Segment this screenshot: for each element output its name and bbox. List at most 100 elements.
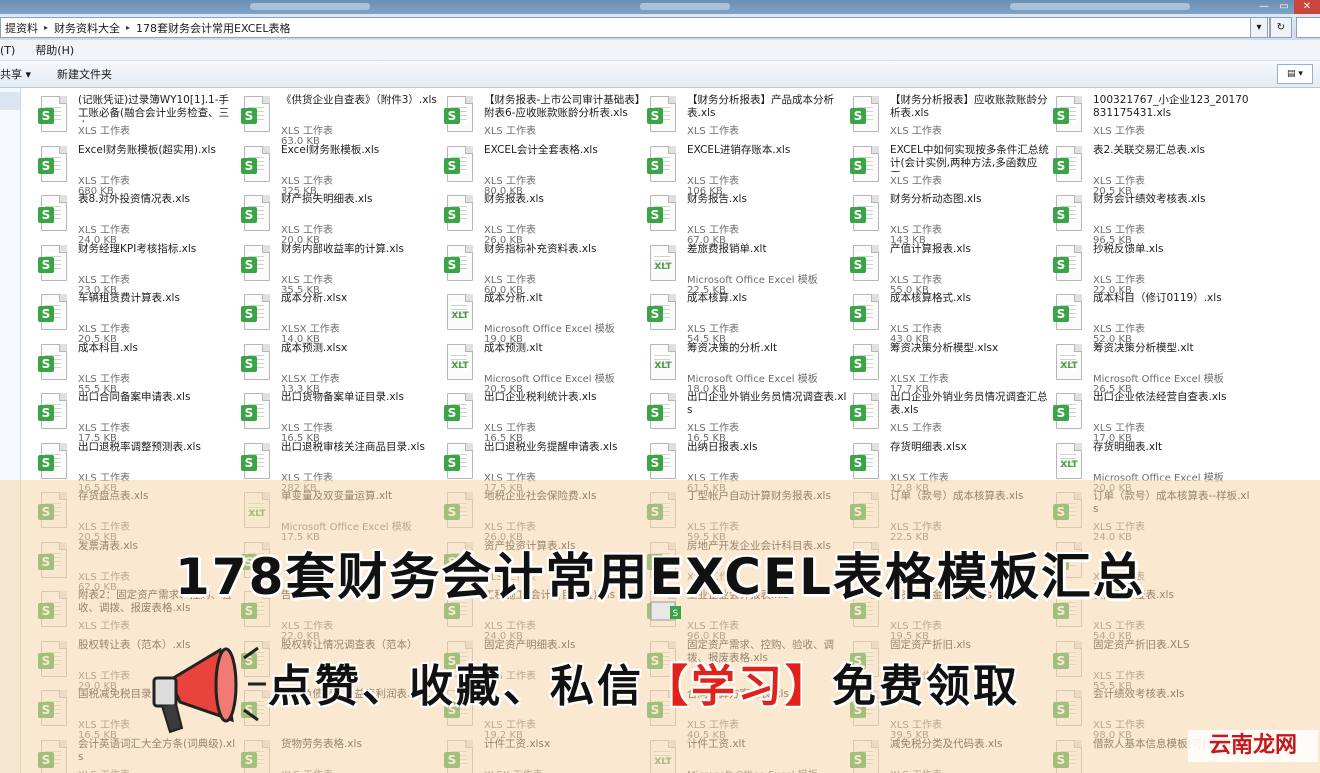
file-type: XLS 工作表 bbox=[281, 225, 333, 236]
file-item[interactable]: S 财务经理KPI考核指标.xls XLS 工作表 23.0 KB bbox=[38, 241, 238, 296]
file-item[interactable]: S 表8.对外投资情况表.xls XLS 工作表 24.0 KB bbox=[38, 191, 238, 246]
excel-file-icon: S bbox=[444, 393, 474, 429]
file-item[interactable]: S (记账凭证)过录簿WY10[1].1-手工账必备(融合会计业务检查、三大...… bbox=[38, 92, 238, 140]
share-button[interactable]: 共享 ▾ bbox=[0, 66, 31, 82]
file-item[interactable]: XLT 筹资决策分析模型.xlt Microsoft Office Excel 模板… bbox=[1053, 340, 1253, 395]
file-item[interactable]: XLT 筹资决策的分析.xlt Microsoft Office Excel 模板 1… bbox=[647, 340, 847, 395]
file-item[interactable]: S 成本分析.xlsx XLSX 工作表 14.0 KB bbox=[241, 290, 441, 345]
file-name: 财务指标补充资料表.xls bbox=[484, 242, 597, 255]
excel-file-icon: S bbox=[38, 442, 68, 479]
excel-file-icon: S bbox=[850, 294, 880, 330]
file-name: 《供货企业自查表》（附件3）.xls bbox=[281, 94, 437, 106]
file-item[interactable]: S 财务会计绩效考核表.xls XLS 工作表 96.5 KB bbox=[1053, 191, 1253, 246]
file-item[interactable]: S Excel财务账模板.xls XLS 工作表 325 KB bbox=[241, 142, 441, 197]
excel-template-icon: XLT bbox=[444, 294, 474, 330]
file-item[interactable]: S 成本科目.xls XLS 工作表 55.5 KB bbox=[38, 340, 238, 395]
file-item[interactable]: S 财务报告.xls XLS 工作表 67.0 KB bbox=[647, 191, 847, 246]
excel-file-icon: S bbox=[241, 244, 271, 281]
search-input[interactable] bbox=[1296, 17, 1320, 38]
file-item[interactable]: S 【财务分析报表】产品成本分析表.xls XLS 工作表 bbox=[647, 92, 847, 140]
file-item[interactable]: S 抄税反馈单.xls XLS 工作表 22.0 KB bbox=[1053, 241, 1253, 296]
excel-file-icon: S bbox=[1053, 393, 1083, 429]
view-options-button[interactable]: ▤ ▾ bbox=[1277, 64, 1313, 84]
file-item[interactable]: S 出口货物备案单证目录.xls XLS 工作表 16.5 KB bbox=[241, 389, 441, 444]
file-item[interactable]: S Excel财务账模板(超实用).xls XLS 工作表 680 KB bbox=[38, 142, 238, 197]
file-item[interactable]: XLT 成本预测.xlt Microsoft Office Excel 模板 20.5… bbox=[444, 340, 644, 395]
address-dropdown-button[interactable]: ▾ bbox=[1250, 17, 1268, 38]
excel-file-icon: S bbox=[241, 442, 271, 479]
excel-file-icon: S bbox=[1053, 195, 1083, 231]
file-item[interactable]: XLT 成本分析.xlt Microsoft Office Excel 模板 19.0… bbox=[444, 290, 644, 345]
file-item[interactable]: S EXCEL会计全套表格.xls XLS 工作表 80.0 KB bbox=[444, 142, 644, 197]
file-item[interactable]: S 财务分析动态图.xls XLS 工作表 143 KB bbox=[850, 191, 1050, 246]
file-item[interactable]: S 成本核算.xls XLS 工作表 54.5 KB bbox=[647, 290, 847, 345]
file-item[interactable]: S 出口企业依法经营自查表.xls XLS 工作表 17.0 KB bbox=[1053, 389, 1253, 444]
excel-file-icon: S bbox=[241, 393, 271, 429]
file-type: XLS 工作表 bbox=[484, 225, 536, 236]
chevron-right-icon[interactable]: ▸ bbox=[42, 23, 50, 32]
excel-file-icon: S bbox=[1053, 96, 1083, 132]
chevron-right-icon[interactable]: ▸ bbox=[124, 23, 132, 32]
excel-file-icon: S bbox=[38, 343, 68, 380]
maximize-button[interactable]: ▭ bbox=[1274, 0, 1294, 14]
titlebar-blur bbox=[640, 3, 730, 10]
file-item[interactable]: S 成本核算格式.xls XLS 工作表 43.0 KB bbox=[850, 290, 1050, 345]
file-item[interactable]: S 筹资决策分析模型.xlsx XLSX 工作表 17.7 KB bbox=[850, 340, 1050, 395]
excel-template-icon: XLT bbox=[647, 244, 677, 281]
excel-file-icon: S bbox=[38, 96, 68, 132]
file-item[interactable]: XLT 差旅费报销单.xlt Microsoft Office Excel 模板 22… bbox=[647, 241, 847, 296]
file-item[interactable]: S 产值计算报表.xls XLS 工作表 55.0 KB bbox=[850, 241, 1050, 296]
file-type: XLS 工作表 bbox=[1093, 126, 1145, 137]
refresh-icon[interactable]: ↻ bbox=[1270, 17, 1292, 38]
file-name: 出口退税审核关注商品目录.xls bbox=[281, 440, 425, 453]
file-item[interactable]: S 出口企业外销业务员情况调查汇总表.xls XLS 工作表 bbox=[850, 389, 1050, 437]
excel-file-icon: S bbox=[647, 96, 677, 132]
file-name: 差旅费报销单.xlt bbox=[687, 242, 767, 255]
file-type: XLS 工作表 bbox=[78, 126, 130, 137]
file-type: Microsoft Office Excel 模板 bbox=[687, 373, 818, 385]
file-type: XLS 工作表 bbox=[890, 274, 942, 286]
excel-file-icon: S bbox=[850, 96, 880, 132]
file-name: 成本分析.xlt bbox=[484, 292, 543, 304]
file-name: 成本核算格式.xls bbox=[890, 292, 971, 304]
minimize-button[interactable]: — bbox=[1254, 0, 1274, 14]
file-item[interactable]: S 出口企业税利统计表.xls XLS 工作表 16.5 KB bbox=[444, 389, 644, 444]
file-name: 筹资决策的分析.xlt bbox=[687, 341, 778, 354]
file-item[interactable]: S 成本预测.xlsx XLSX 工作表 13.3 KB bbox=[241, 340, 441, 395]
navigation-item-selected[interactable] bbox=[0, 92, 20, 110]
file-name: 成本预测.xlt bbox=[484, 341, 543, 354]
file-item[interactable]: S 成本科目（修订0119）.xls XLS 工作表 52.0 KB bbox=[1053, 290, 1253, 345]
address-input[interactable]: 提资料 ▸ 财务资料大全 ▸ 178套财务会计常用EXCEL表格 bbox=[0, 17, 1270, 38]
excel-file-icon: S bbox=[850, 343, 880, 380]
excel-file-icon: S bbox=[850, 442, 880, 479]
file-item[interactable]: S 出口企业外销业务员情况调查表.xls XLS 工作表 16.5 KB bbox=[647, 389, 847, 444]
file-item[interactable]: S 100321767_小企业123_20170831175431.xls XLS … bbox=[1053, 92, 1253, 140]
file-type: XLS 工作表 bbox=[687, 324, 739, 335]
file-item[interactable]: S 【财务分析报表】应收账款账龄分析表.xls XLS 工作表 bbox=[850, 92, 1050, 140]
close-button[interactable]: ✕ bbox=[1294, 0, 1320, 14]
excel-file-icon: S bbox=[444, 442, 474, 479]
file-item[interactable]: S 财产损失明细表.xls XLS 工作表 20.0 KB bbox=[241, 191, 441, 246]
breadcrumb-item[interactable]: 提资料 bbox=[1, 20, 42, 36]
new-folder-button[interactable]: 新建文件夹 bbox=[57, 66, 112, 82]
file-item[interactable]: S 【财务报表-上市公司审计基础表】附表6-应收账款账龄分析表.xls XLS 工作… bbox=[444, 92, 644, 140]
file-item[interactable]: S 财务指标补充资料表.xls XLS 工作表 60.0 KB bbox=[444, 241, 644, 296]
file-item[interactable]: S EXCEL中如何实现按多条件汇总统计(会计实例,两种方法,多函数应用... XL… bbox=[850, 142, 1050, 190]
titlebar-blur bbox=[250, 3, 370, 10]
file-name: 表8.对外投资情况表.xls bbox=[78, 193, 190, 205]
file-item[interactable]: S 表2.关联交易汇总表.xls XLS 工作表 20.5 KB bbox=[1053, 142, 1253, 197]
file-item[interactable]: S EXCEL进销存账本.xls XLS 工作表 106 KB bbox=[647, 142, 847, 197]
file-name: 财务经理KPI考核指标.xls bbox=[78, 242, 197, 255]
menu-help[interactable]: 帮助(H) bbox=[35, 42, 80, 58]
breadcrumb-item[interactable]: 财务资料大全 bbox=[50, 20, 124, 36]
file-item[interactable]: S 财务内部收益率的计算.xls XLS 工作表 35.5 KB bbox=[241, 241, 441, 296]
file-type: Microsoft Office Excel 模板 bbox=[687, 274, 818, 286]
breadcrumb-item[interactable]: 178套财务会计常用EXCEL表格 bbox=[132, 20, 294, 36]
file-item[interactable]: S 车辆租赁费计算表.xls XLS 工作表 20.5 KB bbox=[38, 290, 238, 345]
file-item[interactable]: S 《供货企业自查表》（附件3）.xls XLS 工作表 63.0 KB bbox=[241, 92, 441, 147]
file-item[interactable]: S 出口合同备案申请表.xls XLS 工作表 17.5 KB bbox=[38, 389, 238, 444]
file-item[interactable]: S 财务报表.xls XLS 工作表 26.0 KB bbox=[444, 191, 644, 246]
excel-file-icon: S bbox=[647, 442, 677, 479]
menu-tools[interactable]: (T) bbox=[0, 44, 21, 57]
svg-text:S: S bbox=[673, 609, 679, 619]
